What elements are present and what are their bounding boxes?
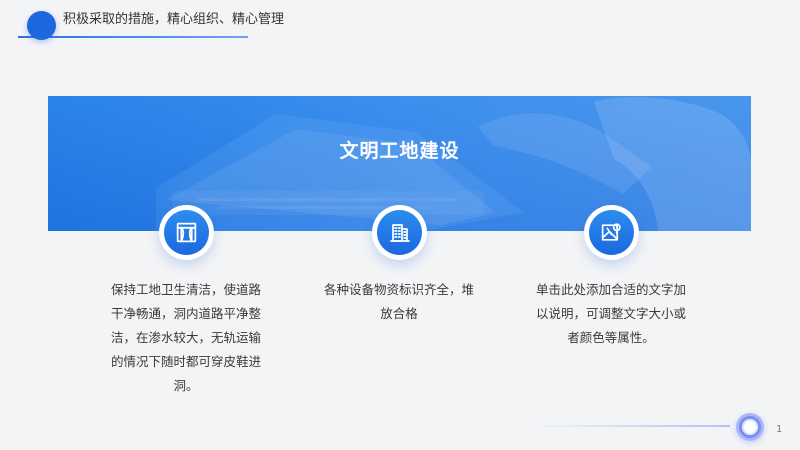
map-icon [589, 210, 634, 255]
page-number: 1 [776, 424, 783, 435]
feature-icon-badge [372, 205, 427, 260]
header-divider [18, 36, 248, 38]
footer-divider [530, 425, 730, 427]
banner-title: 文明工地建设 [339, 140, 460, 162]
feature-text: 单击此处添加合适的文字加以说明，可调整文字大小或者颜色等属性。 [535, 282, 686, 345]
window-icon [164, 210, 209, 255]
building-icon [377, 210, 422, 255]
feature-text: 各种设备物资标识齐全，堆放合格 [323, 282, 474, 321]
footer-badge [736, 413, 764, 441]
page-title: 积极采取的措施，精心组织、精心管理 [63, 12, 285, 27]
feature-icon-badge [584, 205, 639, 260]
feature-icon-badge [159, 205, 214, 260]
header-accent-dot [27, 11, 56, 40]
feature-text: 保持工地卫生清洁，使道路干净畅通，洞内道路平净整洁，在渗水较大，无轨运输的情况下… [110, 282, 261, 393]
